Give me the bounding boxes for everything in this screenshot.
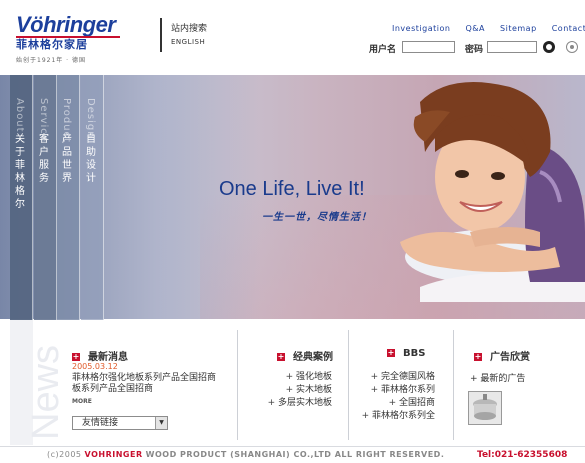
brand-tagline: 始创于1921年 · 德国 — [16, 57, 86, 64]
logo-underline — [16, 36, 120, 38]
tab-service-cn: 客户服务 — [39, 134, 49, 184]
brand-logo[interactable]: Vöhringer 菲林格尔家居 始创于1921年 · 德国 — [16, 14, 122, 64]
bbs-title-text: BBS — [403, 348, 426, 359]
friend-links-select[interactable]: 友情链接 ▼ — [72, 416, 168, 430]
news-more-link[interactable]: MORE — [72, 398, 92, 405]
cases-list: 强化地板 实木地板 多层实木地板 — [268, 371, 332, 410]
footer-copyright: (c)2005 VOHRINGER WOOD PRODUCT (SHANGHAI… — [47, 450, 444, 459]
bbs-item[interactable]: 菲林格尔系列 — [362, 384, 435, 397]
tab-about[interactable]: About 关于菲林格尔 — [10, 75, 33, 320]
plus-icon: + — [277, 352, 285, 361]
nav-sitemap[interactable]: Sitemap — [500, 24, 537, 33]
bbs-item[interactable]: 完全德国风格 — [362, 371, 435, 384]
friend-links-value: 友情链接 — [82, 418, 119, 428]
cases-item[interactable]: 实木地板 — [268, 384, 332, 397]
username-label: 用户名 — [369, 45, 397, 55]
plus-icon: + — [474, 352, 482, 361]
plus-icon: + — [387, 348, 395, 357]
footer-rights: WOOD PRODUCT (SHANGHAI) CO.,LTD ALL RIGH… — [145, 450, 445, 459]
tab-product-cn: 产品世界 — [62, 134, 72, 184]
footer-copyright-year: (c)2005 — [47, 450, 82, 459]
column-divider — [453, 330, 454, 440]
news-watermark: News — [25, 344, 67, 440]
password-label: 密码 — [465, 45, 484, 55]
cases-item[interactable]: 强化地板 — [268, 371, 332, 384]
footer-company: VOHRINGER — [84, 450, 143, 459]
news-section-title: + 最新消息 — [72, 348, 128, 363]
ads-latest-link[interactable]: 最新的广告 — [470, 371, 525, 384]
news-item-link[interactable]: 菲林格尔强化地板系列产品全国招商板系列产品全国招商 — [72, 373, 222, 395]
column-divider — [237, 330, 238, 440]
brand-name: Vöhringer — [16, 12, 116, 37]
site-search-link[interactable]: 站内搜索 — [171, 21, 207, 34]
nav-qa[interactable]: Q&A — [465, 24, 485, 33]
bbs-item[interactable]: 菲林格尔系列全 — [362, 410, 435, 423]
banner-slogan: One Life, Live It! — [219, 178, 365, 200]
banner-slogan-cn: 一生一世，尽情生活！ — [262, 212, 372, 223]
register-button[interactable] — [566, 41, 578, 53]
cases-title-text: 经典案例 — [293, 352, 333, 363]
cases-section-title: + 经典案例 — [277, 348, 333, 363]
english-link[interactable]: ENGLISH — [171, 38, 205, 46]
woman-photo — [400, 82, 585, 302]
ad-thumbnail[interactable] — [468, 391, 502, 425]
cases-item[interactable]: 多层实木地板 — [268, 397, 332, 410]
chevron-down-icon: ▼ — [155, 417, 167, 429]
ads-section-title: + 广告欣赏 — [474, 348, 530, 363]
header-divider — [160, 18, 162, 52]
footer-phone: Tel:021-62355608 — [477, 450, 568, 460]
username-input[interactable] — [402, 41, 455, 53]
tab-about-en: About — [14, 98, 25, 133]
password-input[interactable] — [487, 41, 537, 53]
bbs-item[interactable]: 全国招商 — [362, 397, 435, 410]
tab-about-cn: 关于菲林格尔 — [15, 134, 25, 210]
login-button[interactable] — [543, 41, 555, 53]
brand-name-cn: 菲林格尔家居 — [16, 38, 88, 51]
plus-icon: + — [72, 352, 80, 361]
tab-service[interactable]: Service 客户服务 — [34, 75, 57, 320]
nav-investigation[interactable]: Investigation — [392, 24, 450, 33]
ads-title-text: 广告欣赏 — [490, 352, 530, 363]
tab-product[interactable]: Product 产品世界 — [57, 75, 80, 320]
ad-thumbnail-image — [469, 392, 501, 424]
top-nav: Investigation Q&A Sitemap Contact — [392, 24, 585, 33]
bbs-section-title: + BBS — [387, 348, 425, 359]
nav-contact[interactable]: Contact — [552, 24, 585, 33]
tab-design[interactable]: Design 自助设计 — [81, 75, 104, 320]
tab-design-cn: 自助设计 — [86, 134, 96, 184]
footer-divider — [0, 446, 585, 447]
news-date: 2005.03.12 — [72, 362, 118, 371]
bbs-list: 完全德国风格 菲林格尔系列 全国招商 菲林格尔系列全 — [362, 371, 435, 423]
column-divider — [348, 330, 349, 440]
